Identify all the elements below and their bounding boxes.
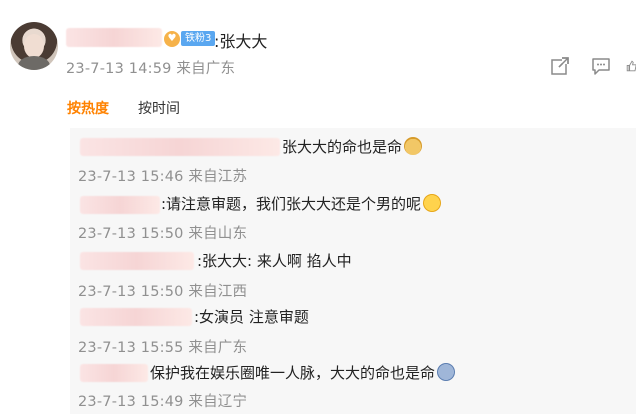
comment-text: :张大大 <box>214 32 268 51</box>
like-button[interactable] <box>626 55 636 77</box>
fan-badge-label: 铁粉3 <box>181 31 216 46</box>
reply-text-content: :女演员 注意审题 <box>194 308 309 326</box>
reply-text-content: 张大大的命也是命 <box>282 138 403 156</box>
doge-emoji-icon <box>404 137 423 155</box>
tab-sort-by-time[interactable]: 按时间 <box>138 98 180 118</box>
share-button[interactable] <box>549 55 571 77</box>
reply-meta: 23-7-13 15:49 来自辽宁 <box>78 394 248 410</box>
scream-emoji-icon <box>437 363 456 381</box>
avatar[interactable] <box>10 22 58 70</box>
reply-text: :张大大: 来人啊 掐人中 <box>197 250 352 271</box>
comment-button[interactable] <box>590 55 612 77</box>
reply-text: :女演员 注意审题 <box>194 306 309 327</box>
reply-text: 保护我在娱乐圈唯一人脉，大大的命也是命 <box>150 362 456 383</box>
comment-meta: 23-7-13 14:59 来自广东 <box>66 61 236 77</box>
like-icon <box>626 60 636 72</box>
redacted-username[interactable] <box>80 308 192 326</box>
laugh-emoji-icon <box>423 194 442 212</box>
avatar-body <box>18 56 50 70</box>
reply-meta: 23-7-13 15:46 来自江苏 <box>78 169 248 185</box>
reply-text-content: :张大大: 来人啊 掐人中 <box>197 252 352 270</box>
comment-icon <box>592 58 610 75</box>
redacted-username[interactable] <box>80 138 280 156</box>
fan-heart-icon: ♥ <box>164 30 180 47</box>
fan-badge: ♥ 铁粉3 <box>164 30 216 47</box>
redacted-username[interactable] <box>80 364 148 382</box>
share-icon <box>551 57 569 75</box>
reply-text-content: :请注意审题，我们张大大还是个男的呢 <box>161 195 422 213</box>
reply-meta: 23-7-13 15:50 来自江西 <box>78 284 248 300</box>
reply-text-content: 保护我在娱乐圈唯一人脉，大大的命也是命 <box>150 364 436 382</box>
redacted-username[interactable] <box>80 196 160 214</box>
reply-text: 张大大的命也是命 <box>282 136 423 157</box>
avatar-face <box>24 34 44 58</box>
redacted-username[interactable] <box>80 252 194 270</box>
reply-meta: 23-7-13 15:55 来自广东 <box>78 340 248 356</box>
reply-text: :请注意审题，我们张大大还是个男的呢 <box>161 193 442 214</box>
redacted-username[interactable] <box>66 28 162 47</box>
reply-meta: 23-7-13 15:50 来自山东 <box>78 226 248 242</box>
tab-sort-by-hot[interactable]: 按热度 <box>67 98 109 118</box>
